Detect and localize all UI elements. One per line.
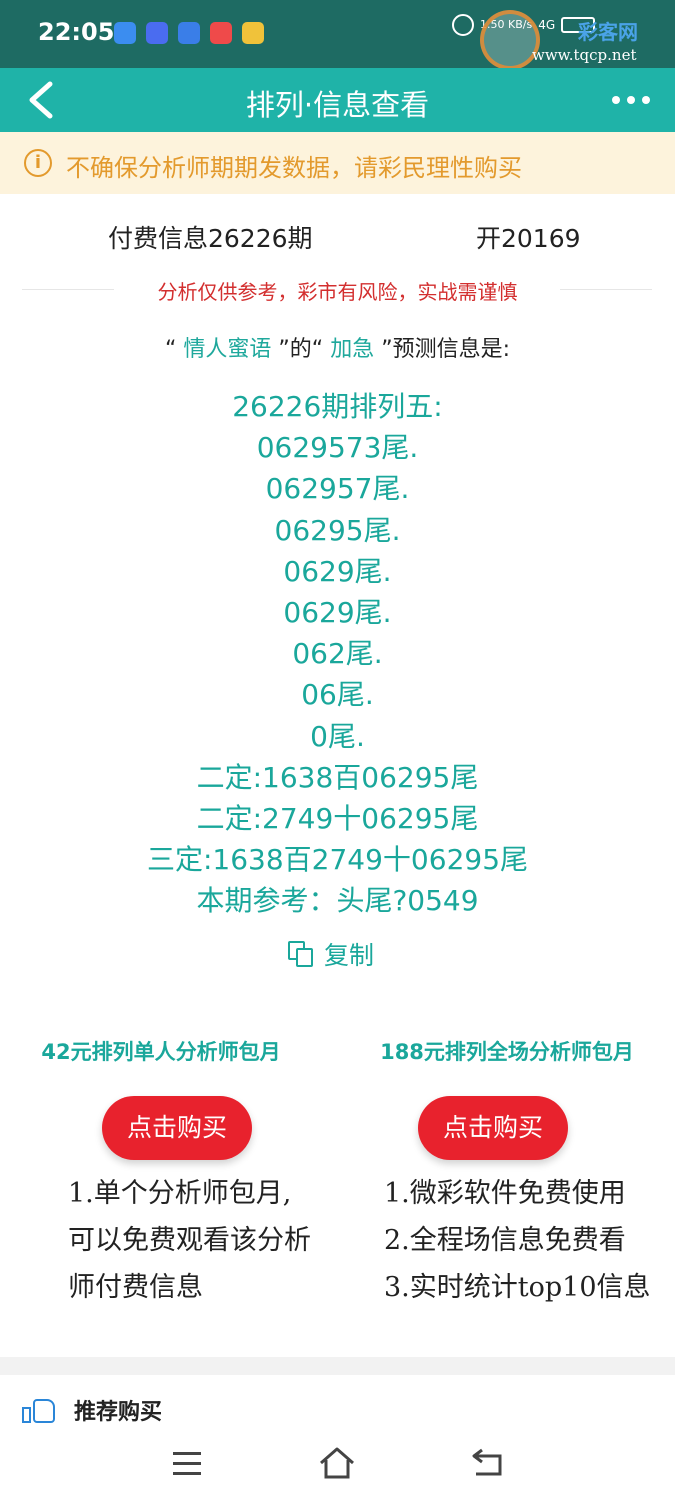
quote-mark: “	[164, 337, 177, 362]
plan-description: 1.单个分析师包月, 可以免费观看该分析 师付费信息	[0, 1170, 338, 1311]
section-separator	[0, 1357, 675, 1375]
result-line: 06尾.	[301, 678, 374, 712]
result-line: 二定:1638百06295尾	[196, 760, 479, 794]
result-line: 26226期排列五:	[232, 390, 443, 423]
plan-desc-line: 可以免费观看该分析	[68, 1225, 311, 1256]
plan-title: 188元排列全场分析师包月	[380, 1040, 634, 1064]
status-app-icons	[114, 22, 264, 44]
result-line: 本期参考：头尾?0549	[196, 884, 479, 918]
watermark-site: 彩客网	[578, 20, 638, 44]
result-line: 062尾.	[292, 637, 383, 671]
copy-label: 复制	[324, 941, 375, 970]
nav-bar: 排列·信息查看	[0, 68, 675, 132]
result-line: 06295尾.	[274, 513, 401, 547]
plan-desc-line: 2.全程场信息免费看	[384, 1225, 626, 1256]
divider	[560, 289, 652, 290]
buy-button[interactable]: 点击购买	[102, 1096, 252, 1160]
status-time: 22:05	[38, 18, 115, 46]
copy-icon	[288, 941, 314, 967]
analyst-name[interactable]: 情人蜜语	[183, 337, 271, 362]
menu-icon[interactable]	[173, 1452, 201, 1482]
page-title: 排列·信息查看	[245, 88, 430, 122]
home-icon[interactable]	[318, 1446, 356, 1480]
alarm-icon	[452, 14, 474, 36]
plan-title: 42元排列单人分析师包月	[41, 1040, 281, 1064]
notice-text: 不确保分析师期期发数据，请彩民理性购买	[66, 154, 522, 182]
plan-desc-line: 师付费信息	[68, 1272, 203, 1303]
result-line: 0629573尾.	[256, 431, 419, 465]
recommend-label: 推荐购买	[74, 1400, 163, 1425]
result-line: 三定:1638百2749十06295尾	[146, 843, 529, 877]
app-notification-icon	[178, 22, 200, 44]
buy-button[interactable]: 点击购买	[418, 1096, 568, 1160]
more-dots-icon[interactable]	[612, 96, 650, 104]
risk-warning: 分析仅供参考，彩市有风险，实战需谨慎	[157, 280, 518, 304]
prediction-intro: “ 情人蜜语 ”的“ 加急 ”预测信息是:	[0, 331, 675, 363]
thumbs-up-icon	[22, 1395, 58, 1425]
system-nav-bar	[0, 1428, 675, 1500]
prediction-results: 26226期排列五: 0629573尾. 062957尾. 06295尾. 06…	[0, 386, 675, 921]
app-notification-icon	[242, 22, 264, 44]
prediction-suffix: ”预测信息是:	[381, 337, 511, 362]
result-line: 二定:2749十06295尾	[196, 801, 479, 835]
app-notification-icon	[146, 22, 168, 44]
signal-label: 4G	[538, 18, 556, 32]
plan-desc-line: 3.实时统计top10信息	[384, 1272, 651, 1303]
recommend-header: 推荐购买	[22, 1394, 162, 1426]
status-bar: 22:05 1.50 KB/s 4G 彩客网 www.tqcp.net	[0, 0, 675, 70]
back-icon[interactable]	[470, 1446, 506, 1478]
quote-mark: ”的“	[278, 337, 324, 362]
plan-all-analysts: 188元排列全场分析师包月 点击购买 1.微彩软件免费使用 2.全程场信息免费看…	[338, 1036, 675, 1311]
result-line: 0629尾.	[283, 554, 392, 588]
result-line: 0尾.	[310, 719, 365, 753]
watermark-logo	[480, 10, 540, 70]
issue-title: 付费信息26226期	[108, 224, 313, 253]
app-notification-icon	[210, 22, 232, 44]
category-label: 加急	[330, 337, 375, 362]
plan-description: 1.微彩软件免费使用 2.全程场信息免费看 3.实时统计top10信息	[338, 1170, 675, 1311]
watermark-url: www.tqcp.net	[532, 46, 637, 64]
notice-banner: i 不确保分析师期期发数据，请彩民理性购买	[0, 132, 675, 194]
result-line: 062957尾.	[265, 472, 410, 506]
plan-desc-line: 1.单个分析师包月,	[68, 1178, 292, 1209]
result-line: 0629尾.	[283, 595, 392, 629]
app-notification-icon	[114, 22, 136, 44]
plan-single-analyst: 42元排列单人分析师包月 点击购买 1.单个分析师包月, 可以免费观看该分析 师…	[0, 1036, 338, 1311]
plan-desc-line: 1.微彩软件免费使用	[384, 1178, 626, 1209]
copy-button[interactable]: 复制	[288, 936, 374, 972]
info-circle-icon: i	[24, 149, 52, 177]
open-result: 开20169	[476, 224, 581, 253]
